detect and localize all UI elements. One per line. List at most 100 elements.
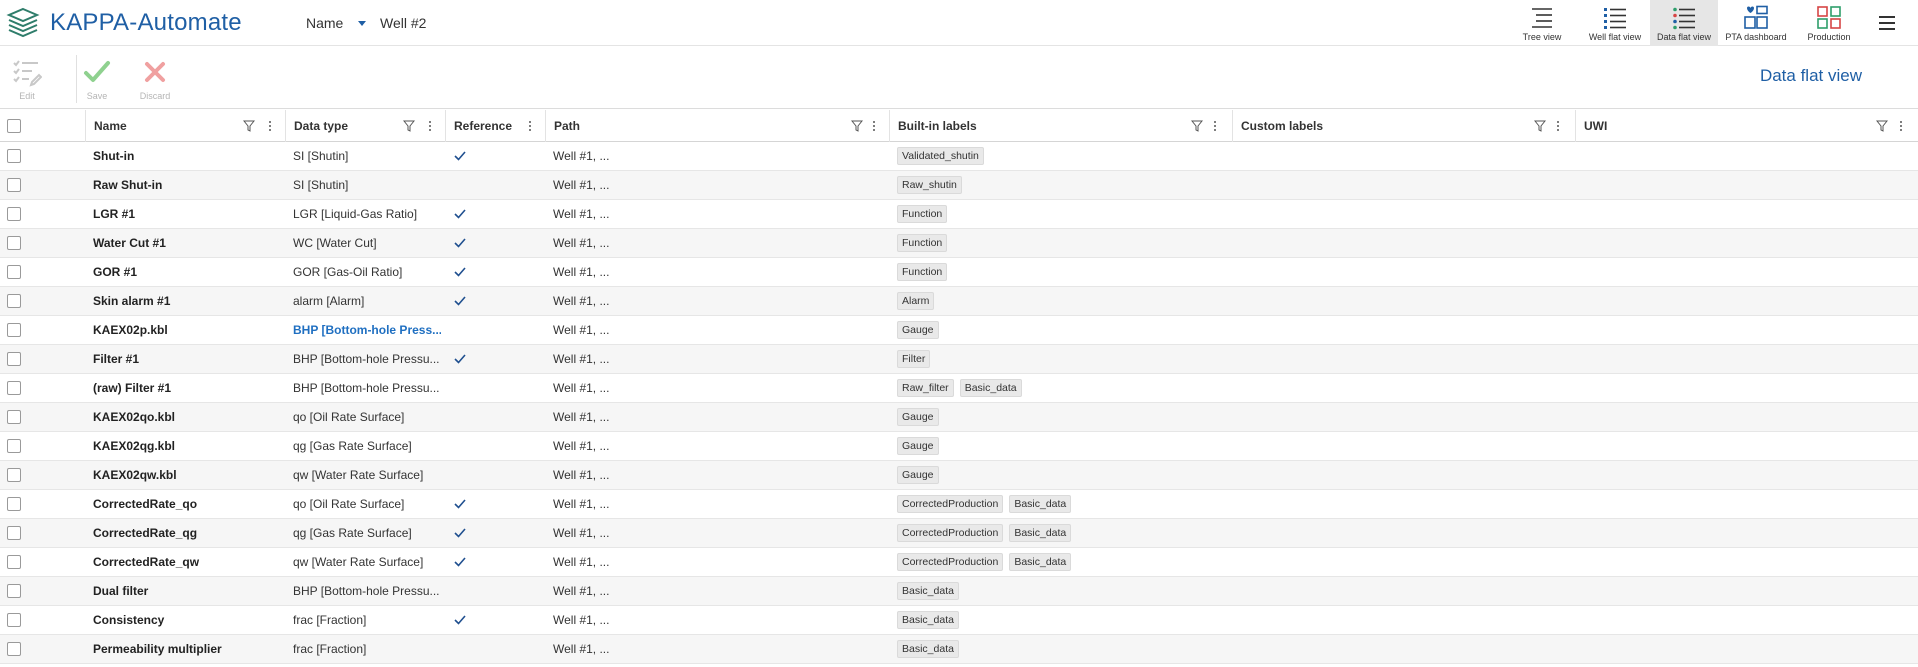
column-menu-icon[interactable] xyxy=(428,120,432,132)
current-well[interactable]: Well #2 xyxy=(380,15,426,31)
column-menu-icon[interactable] xyxy=(268,120,272,132)
pta-dashboard-icon xyxy=(1744,5,1768,29)
hamburger-menu-icon[interactable] xyxy=(1876,13,1898,33)
pta-dashboard-button[interactable]: PTA dashboard xyxy=(1720,0,1792,46)
table-row[interactable]: KAEX02qo.kbl qo [Oil Rate Surface] Well #1… xyxy=(0,403,1918,432)
filter-icon[interactable] xyxy=(1534,120,1546,132)
filter-icon[interactable] xyxy=(403,120,415,132)
table-row[interactable]: Raw Shut-in SI [Shutin] Well #1, ... Raw_sh… xyxy=(0,171,1918,200)
tree-view-button[interactable]: Tree view xyxy=(1512,0,1572,46)
row-checkbox[interactable] xyxy=(7,642,21,656)
row-select-cell xyxy=(7,171,27,199)
row-select-cell xyxy=(7,548,27,576)
row-select-cell xyxy=(7,635,27,663)
edit-button[interactable]: Edit xyxy=(5,57,49,101)
table-row[interactable]: Permeability multiplier frac [Fraction] We… xyxy=(0,635,1918,664)
data-flat-view-label: Data flat view xyxy=(1656,32,1712,42)
filter-icon[interactable] xyxy=(851,120,863,132)
table-row[interactable]: Shut-in SI [Shutin] Well #1, ... Validated_… xyxy=(0,142,1918,171)
row-checkbox[interactable] xyxy=(7,207,21,221)
column-header-path[interactable]: Path xyxy=(546,110,890,142)
view-title: Data flat view xyxy=(1759,66,1862,85)
table-row[interactable]: Filter #1 BHP [Bottom-hole Pressu... Well … xyxy=(0,345,1918,374)
row-checkbox[interactable] xyxy=(7,178,21,192)
table-row[interactable]: Water Cut #1 WC [Water Cut] Well #1, ... Fu… xyxy=(0,229,1918,258)
column-header-uwi[interactable]: UWI xyxy=(1576,110,1918,142)
row-checkbox[interactable] xyxy=(7,149,21,163)
row-checkbox[interactable] xyxy=(7,497,21,511)
table-row[interactable]: GOR #1 GOR [Gas-Oil Ratio] Well #1, ... Fun… xyxy=(0,258,1918,287)
cell-path: Well #1, ... xyxy=(553,526,610,540)
cell-path: Well #1, ... xyxy=(553,584,610,598)
table-row[interactable]: (raw) Filter #1 BHP [Bottom-hole Pressu..… xyxy=(0,374,1918,403)
save-button[interactable]: Save xyxy=(75,57,119,101)
row-checkbox[interactable] xyxy=(7,352,21,366)
select-all-checkbox[interactable] xyxy=(7,119,21,133)
cell-path: Well #1, ... xyxy=(553,265,610,279)
table-row[interactable]: KAEX02p.kbl BHP [Bottom-hole Press... Well… xyxy=(0,316,1918,345)
cell-built-in-labels: Function xyxy=(897,229,1227,257)
table-row[interactable]: Skin alarm #1 alarm [Alarm] Well #1, ... Al… xyxy=(0,287,1918,316)
row-select-cell xyxy=(7,345,27,373)
table-row[interactable]: KAEX02qw.kbl qw [Water Rate Surface] Well … xyxy=(0,461,1918,490)
row-checkbox[interactable] xyxy=(7,613,21,627)
column-header-name[interactable]: Name xyxy=(86,110,286,142)
column-menu-icon[interactable] xyxy=(872,120,876,132)
column-header-data-type[interactable]: Data type xyxy=(286,110,446,142)
data-flat-view-icon xyxy=(1673,7,1695,30)
cell-name: KAEX02p.kbl xyxy=(93,323,168,337)
table-row[interactable]: KAEX02qg.kbl qg [Gas Rate Surface] Well #1… xyxy=(0,432,1918,461)
production-label: Production xyxy=(1807,32,1851,42)
cell-built-in-labels: CorrectedProduction Basic_data xyxy=(897,548,1227,576)
filter-icon[interactable] xyxy=(243,120,255,132)
column-menu-icon[interactable] xyxy=(1556,120,1560,132)
row-checkbox[interactable] xyxy=(7,584,21,598)
row-checkbox[interactable] xyxy=(7,381,21,395)
table-row[interactable]: Consistency frac [Fraction] Well #1, ... Ba… xyxy=(0,606,1918,635)
row-checkbox[interactable] xyxy=(7,410,21,424)
cell-path: Well #1, ... xyxy=(553,497,610,511)
cell-name: Skin alarm #1 xyxy=(93,294,171,308)
cell-name: Water Cut #1 xyxy=(93,236,166,250)
table-row[interactable]: CorrectedRate_qg qg [Gas Rate Surface] Wel… xyxy=(0,519,1918,548)
cell-data-type-link[interactable]: BHP [Bottom-hole Press... xyxy=(293,316,441,344)
label-tag: Basic_data xyxy=(1009,495,1072,513)
row-checkbox[interactable] xyxy=(7,526,21,540)
row-checkbox[interactable] xyxy=(7,439,21,453)
filter-icon[interactable] xyxy=(1191,120,1203,132)
reference-check-icon xyxy=(454,615,466,625)
column-header-custom-labels[interactable]: Custom labels xyxy=(1233,110,1576,142)
table-row[interactable]: CorrectedRate_qo qo [Oil Rate Surface] Wel… xyxy=(0,490,1918,519)
row-checkbox[interactable] xyxy=(7,265,21,279)
row-checkbox[interactable] xyxy=(7,468,21,482)
column-header-built-in-labels[interactable]: Built-in labels xyxy=(890,110,1233,142)
well-flat-view-button[interactable]: Well flat view xyxy=(1580,0,1650,46)
row-checkbox[interactable] xyxy=(7,294,21,308)
cell-reference xyxy=(453,606,543,634)
row-checkbox[interactable] xyxy=(7,555,21,569)
row-checkbox[interactable] xyxy=(7,323,21,337)
kappa-logo-icon xyxy=(6,7,40,38)
data-flat-view-button[interactable]: Data flat view xyxy=(1650,0,1718,46)
column-label: Path xyxy=(554,119,581,133)
label-tag: Gauge xyxy=(897,437,939,455)
cell-name: GOR #1 xyxy=(93,265,138,279)
filter-icon[interactable] xyxy=(1876,120,1888,132)
table-row[interactable]: LGR #1 LGR [Liquid-Gas Ratio] Well #1, ...… xyxy=(0,200,1918,229)
column-menu-icon[interactable] xyxy=(1213,120,1217,132)
well-flat-view-label: Well flat view xyxy=(1588,32,1642,42)
column-menu-icon[interactable] xyxy=(528,120,532,132)
name-selector[interactable]: Name xyxy=(306,15,343,31)
column-header-reference[interactable]: Reference xyxy=(446,110,546,142)
row-select-cell xyxy=(7,229,27,257)
table-row[interactable]: CorrectedRate_qw qw [Water Rate Surface] W… xyxy=(0,548,1918,577)
production-button[interactable]: Production xyxy=(1798,0,1860,46)
column-menu-icon[interactable] xyxy=(1899,120,1903,132)
row-checkbox[interactable] xyxy=(7,236,21,250)
cell-name: CorrectedRate_qw xyxy=(93,555,200,569)
discard-button[interactable]: Discard xyxy=(133,57,177,101)
caret-down-icon[interactable] xyxy=(356,17,368,29)
cell-reference xyxy=(453,490,543,518)
table-row[interactable]: Dual filter BHP [Bottom-hole Pressu... Wel… xyxy=(0,577,1918,606)
row-select-cell xyxy=(7,258,27,286)
